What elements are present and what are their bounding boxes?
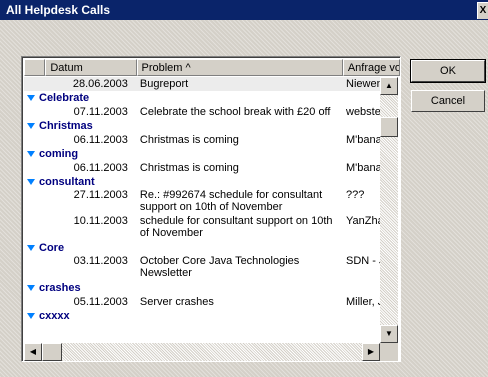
vertical-scroll-thumb[interactable] <box>380 117 398 137</box>
scroll-right-button[interactable]: ▶ <box>362 343 380 361</box>
row-date: 10.11.2003 <box>73 215 128 227</box>
row-sender: Niewenc <box>346 78 380 90</box>
table-row[interactable]: 07.11.2003 Celebrate the school break wit… <box>24 105 380 119</box>
row-date: 28.06.2003 <box>72 78 128 90</box>
cancel-button[interactable]: Cancel <box>411 90 485 112</box>
group-header[interactable]: consultant <box>24 175 380 189</box>
row-sender: Miller, Jo <box>346 296 380 308</box>
window-title: All Helpdesk Calls <box>6 3 111 17</box>
column-header-problem[interactable]: Problem ^ <box>136 59 343 76</box>
row-date: 07.11.2003 <box>73 106 128 118</box>
list-rows: 28.06.2003BugreportNiewencCelebrate07.11… <box>24 77 380 343</box>
row-problem: Christmas is coming <box>139 134 239 146</box>
group-header[interactable]: cxxxx <box>24 309 380 323</box>
column-header-date[interactable]: Datum <box>45 59 137 76</box>
column-header-sender[interactable]: Anfrage vor <box>342 59 400 76</box>
row-date: 27.11.2003 <box>73 189 128 201</box>
table-row[interactable]: 27.11.2003 Re.: #992674 schedule for cons… <box>24 189 380 215</box>
group-header[interactable]: Core <box>24 241 380 255</box>
group-header[interactable]: Christmas <box>24 119 380 133</box>
row-icon-cell <box>24 255 45 281</box>
row-problem: schedule for consultant support on 10th … <box>139 215 333 239</box>
row-icon-cell <box>24 77 45 91</box>
group-label: Celebrate <box>39 92 90 104</box>
table-row[interactable]: 06.11.2003 Christmas is coming M'bana, <box>24 161 380 175</box>
group-label: crashes <box>39 282 81 294</box>
group-header[interactable]: crashes <box>24 281 380 295</box>
row-sender: ??? <box>346 189 365 201</box>
title-bar[interactable]: All Helpdesk Calls X <box>0 0 488 20</box>
expand-triangle-icon[interactable] <box>27 95 35 101</box>
calls-list[interactable]: Datum Problem ^ Anfrage vor 28.06.2003 Bu… <box>21 56 401 362</box>
column-header-icon[interactable] <box>24 59 46 76</box>
row-sender: M'bana, <box>346 134 380 146</box>
row-icon-cell <box>24 295 45 309</box>
table-row[interactable]: 28.06.2003 Bugreport Niewenc <box>24 77 380 91</box>
row-icon-cell <box>24 215 45 241</box>
row-date: 06.11.2003 <box>73 134 128 146</box>
row-problem: October Core Java Technologies Newslette… <box>139 255 300 279</box>
list-header: Datum Problem ^ Anfrage vor <box>24 59 400 76</box>
row-problem: Server crashes <box>139 296 214 308</box>
row-icon-cell <box>24 189 45 215</box>
scroll-down-button[interactable]: ▼ <box>380 325 398 343</box>
table-row[interactable]: 10.11.2003 schedule for consultant suppor… <box>24 215 380 241</box>
scroll-left-button[interactable]: ◀ <box>24 343 42 361</box>
row-problem: Celebrate the school break with £20 off <box>139 106 331 118</box>
row-date: 05.11.2003 <box>73 296 128 308</box>
expand-triangle-icon[interactable] <box>27 245 35 251</box>
expand-triangle-icon[interactable] <box>27 123 35 129</box>
group-label: coming <box>39 148 79 160</box>
group-label: cxxxx <box>39 310 70 322</box>
group-header[interactable]: Celebrate <box>24 91 380 105</box>
row-icon-cell <box>24 133 45 147</box>
helpdesk-dialog: All Helpdesk Calls X Datum Problem ^ Anf… <box>0 0 488 377</box>
scrollbar-corner <box>380 343 398 361</box>
row-icon-cell <box>24 161 45 175</box>
group-label: Christmas <box>39 120 93 132</box>
table-row[interactable]: 03.11.2003 October Core Java Technologies… <box>24 255 380 281</box>
row-problem: Christmas is coming <box>139 162 239 174</box>
row-date: 06.11.2003 <box>73 162 128 174</box>
row-problem: Re.: #992674 schedule for consultant sup… <box>139 189 323 213</box>
row-problem: Bugreport <box>139 78 189 90</box>
scroll-up-button[interactable]: ▲ <box>380 77 398 95</box>
row-sender: webster <box>346 106 380 118</box>
row-sender: SDN - JL Staff <box>346 255 380 267</box>
group-label: Core <box>39 242 65 254</box>
group-label: consultant <box>39 176 95 188</box>
close-button[interactable]: X <box>477 2 488 19</box>
expand-triangle-icon[interactable] <box>27 179 35 185</box>
row-icon-cell <box>24 105 45 119</box>
row-sender: YanZhar <box>346 215 380 227</box>
horizontal-scroll-thumb[interactable] <box>42 343 62 361</box>
horizontal-scrollbar[interactable]: ◀ ▶ <box>24 343 380 361</box>
row-date: 03.11.2003 <box>73 255 128 267</box>
row-sender: M'bana, <box>346 162 380 174</box>
table-row[interactable]: 05.11.2003 Server crashes Miller, Jo <box>24 295 380 309</box>
group-header[interactable]: coming <box>24 147 380 161</box>
expand-triangle-icon[interactable] <box>27 285 35 291</box>
expand-triangle-icon[interactable] <box>27 313 35 319</box>
vertical-scrollbar[interactable]: ▲ ▼ <box>380 77 398 343</box>
table-row[interactable]: 06.11.2003 Christmas is coming M'bana, <box>24 133 380 147</box>
ok-button[interactable]: OK <box>410 59 486 83</box>
expand-triangle-icon[interactable] <box>27 151 35 157</box>
